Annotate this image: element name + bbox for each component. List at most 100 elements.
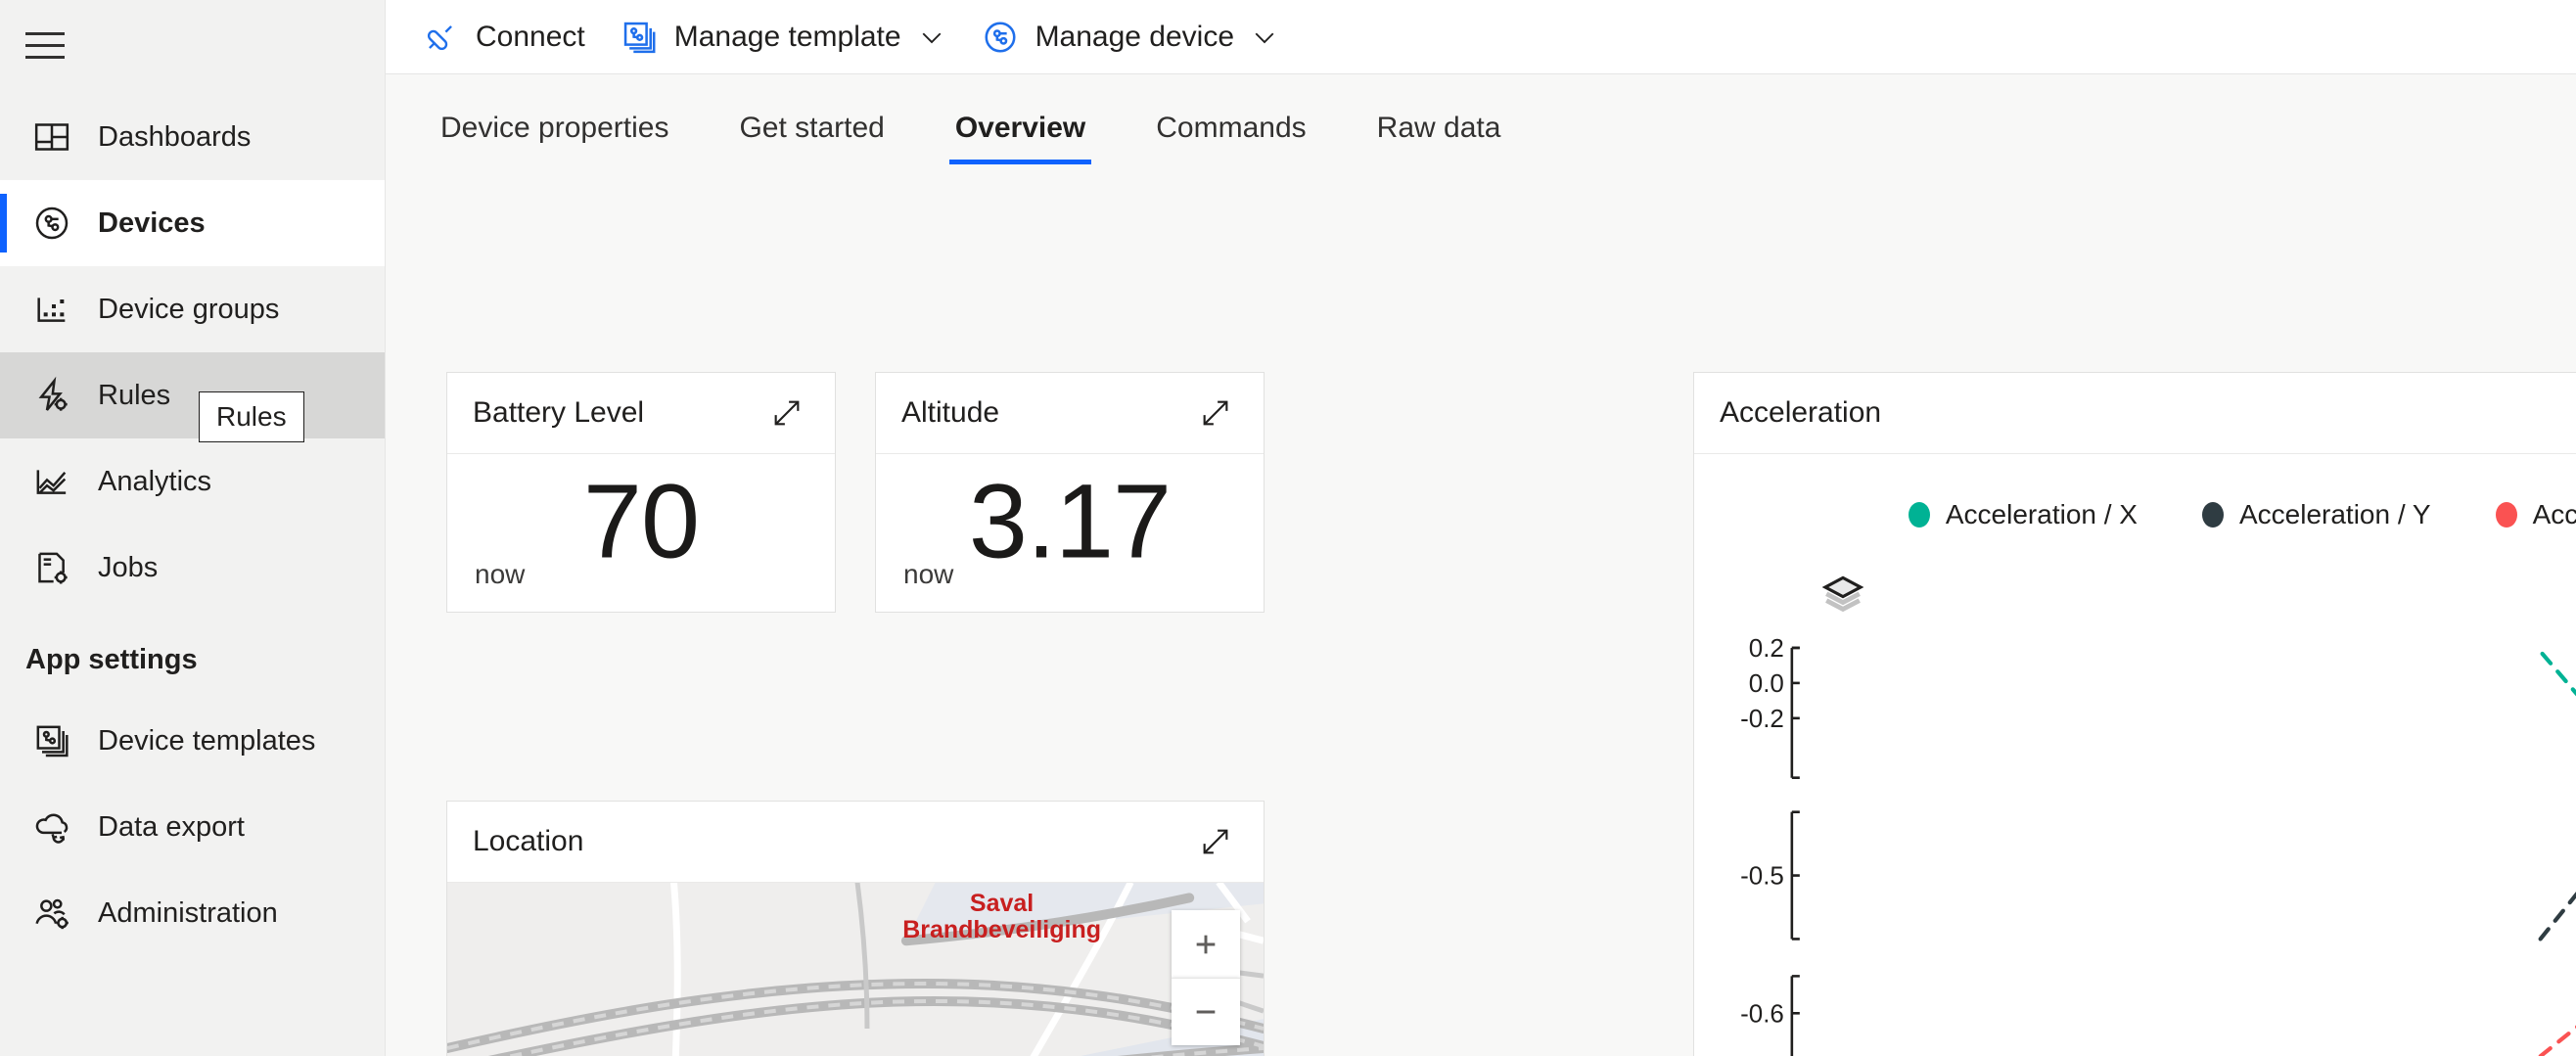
map-controls — [1172, 910, 1240, 1056]
connect-plug-icon — [420, 17, 461, 58]
svg-text:-0.6: -0.6 — [1740, 1000, 1784, 1028]
hamburger-icon[interactable] — [25, 18, 88, 72]
device-templates-icon — [25, 714, 78, 767]
dashboard-canvas: Battery Level 70 now Altitude 3.17 now L… — [386, 164, 2576, 1056]
chevron-down-icon — [917, 23, 946, 52]
chart-legend: Acceleration / X Acceleration / Y Accele… — [1694, 454, 2576, 530]
tab-device-properties[interactable]: Device properties — [421, 112, 688, 164]
tab-raw-data[interactable]: Raw data — [1357, 112, 1521, 164]
chart-panel-x: 0.2 0.0 -0.2 — [1740, 635, 2576, 780]
expand-icon[interactable] — [1193, 819, 1238, 864]
sidebar-item-devices[interactable]: Devices — [0, 180, 385, 266]
manage-device-button[interactable]: Manage device — [963, 0, 1296, 74]
chart-plot-area: 0.2 0.0 -0.2 -0.5 -0.6 — [1694, 626, 2576, 1056]
tile-title: Acceleration — [1720, 396, 1882, 429]
legend-item-acceleration-x[interactable]: Acceleration / X — [1908, 499, 2138, 530]
zoom-control-group — [1172, 910, 1240, 1045]
zoom-in-button[interactable] — [1172, 910, 1240, 978]
legend-label: Acceleration / X — [1945, 499, 2138, 529]
sidebar-item-dashboards[interactable]: Dashboards — [0, 94, 385, 180]
administration-icon — [25, 887, 78, 940]
chart-panel-y: -0.5 — [1740, 810, 2576, 941]
sidebar-item-label: Rules — [98, 379, 171, 411]
sidebar-section-title: App settings — [25, 644, 198, 675]
sidebar-item-label: Data export — [98, 810, 245, 843]
connect-button[interactable]: Connect — [403, 0, 602, 74]
map-viewport[interactable]: Saval Brandbeveiliging Au — [447, 883, 1264, 1056]
devices-icon — [25, 197, 78, 250]
sidebar-item-label: Device groups — [98, 293, 280, 325]
chart-body: Acceleration / X Acceleration / Y Accele… — [1694, 454, 2576, 1056]
rules-tooltip: Rules — [199, 391, 304, 442]
tile-title: Altitude — [901, 396, 1000, 429]
tile-title: Battery Level — [473, 396, 645, 429]
chart-panel-z: -0.6 -0.8 — [1740, 975, 2576, 1056]
altitude-timestamp: now — [903, 559, 954, 589]
tab-bar: Device properties Get started Overview C… — [386, 74, 2576, 164]
command-label: Manage template — [673, 20, 901, 53]
rules-icon — [25, 369, 78, 422]
legend-swatch — [1908, 502, 1930, 528]
map-tiles — [447, 883, 1264, 1056]
legend-swatch — [2495, 502, 2517, 528]
sidebar-item-label: Analytics — [98, 465, 212, 497]
legend-swatch — [2201, 502, 2224, 528]
data-export-icon — [25, 801, 78, 853]
tab-commands[interactable]: Commands — [1136, 112, 1325, 164]
sidebar-item-administration[interactable]: Administration — [0, 870, 385, 956]
chart-toolbar — [1694, 572, 2576, 630]
sidebar-item-label: Jobs — [98, 551, 159, 583]
sidebar-item-label: Administration — [98, 896, 278, 929]
manage-template-button[interactable]: Manage template — [602, 0, 963, 74]
tile-header: Battery Level — [447, 373, 835, 454]
main-content: Connect Manage template Manage device De… — [386, 0, 2576, 1056]
command-label: Manage device — [1035, 20, 1235, 53]
zoom-out-button[interactable] — [1172, 978, 1240, 1045]
sidebar-item-data-export[interactable]: Data export — [0, 784, 385, 870]
svg-text:-0.5: -0.5 — [1740, 863, 1784, 891]
tile-header: Acceleration — [1694, 373, 2576, 454]
tile-body: 70 now — [447, 454, 835, 612]
manage-device-icon — [980, 17, 1021, 58]
app-root: Dashboards Devices Device groups Rules A… — [0, 0, 2576, 1056]
legend-item-acceleration-y[interactable]: Acceleration / Y — [2201, 499, 2431, 530]
tile-header: Altitude — [876, 373, 1264, 454]
legend-label: Acceleration / Z — [2532, 499, 2576, 529]
tile-title: Location — [473, 825, 584, 857]
tab-get-started[interactable]: Get started — [719, 112, 903, 164]
svg-text:0.2: 0.2 — [1749, 635, 1784, 663]
expand-icon[interactable] — [1193, 390, 1238, 436]
chevron-down-icon — [1250, 23, 1279, 52]
legend-item-acceleration-z[interactable]: Acceleration / Z — [2495, 499, 2576, 530]
tile-altitude: Altitude 3.17 now — [875, 372, 1265, 613]
tile-body: 3.17 now — [876, 454, 1264, 612]
svg-text:0.0: 0.0 — [1749, 670, 1784, 698]
expand-icon[interactable] — [764, 390, 809, 436]
jobs-icon — [25, 541, 78, 594]
manage-template-icon — [619, 17, 660, 58]
tile-acceleration: Acceleration Acceleration / X Accelerati… — [1693, 372, 2576, 1056]
tile-location: Location Saval Brandbeveiliging — [446, 801, 1265, 1056]
dashboards-icon — [25, 111, 78, 163]
sidebar-item-device-templates[interactable]: Device templates — [0, 698, 385, 784]
sidebar-item-label: Device templates — [98, 724, 316, 757]
device-groups-icon — [25, 283, 78, 336]
sidebar-item-label: Dashboards — [98, 120, 252, 153]
svg-text:-0.2: -0.2 — [1740, 706, 1784, 733]
sidebar: Dashboards Devices Device groups Rules A… — [0, 0, 386, 1056]
sidebar-item-jobs[interactable]: Jobs — [0, 525, 385, 611]
sidebar-item-device-groups[interactable]: Device groups — [0, 266, 385, 352]
sidebar-item-analytics[interactable]: Analytics — [0, 438, 385, 525]
tile-battery-level: Battery Level 70 now — [446, 372, 836, 613]
tile-header: Location — [447, 802, 1264, 883]
command-label: Connect — [476, 20, 585, 53]
layers-icon[interactable] — [1817, 572, 1872, 622]
command-bar: Connect Manage template Manage device — [386, 0, 2576, 74]
sidebar-item-label: Devices — [98, 207, 206, 239]
analytics-icon — [25, 455, 78, 508]
sidebar-item-rules[interactable]: Rules — [0, 352, 385, 438]
chart-svg: 0.2 0.0 -0.2 -0.5 -0.6 — [1740, 635, 2576, 1056]
tab-overview[interactable]: Overview — [936, 112, 1105, 164]
sidebar-nav: Dashboards Devices Device groups Rules A… — [0, 94, 385, 956]
legend-label: Acceleration / Y — [2238, 499, 2431, 529]
